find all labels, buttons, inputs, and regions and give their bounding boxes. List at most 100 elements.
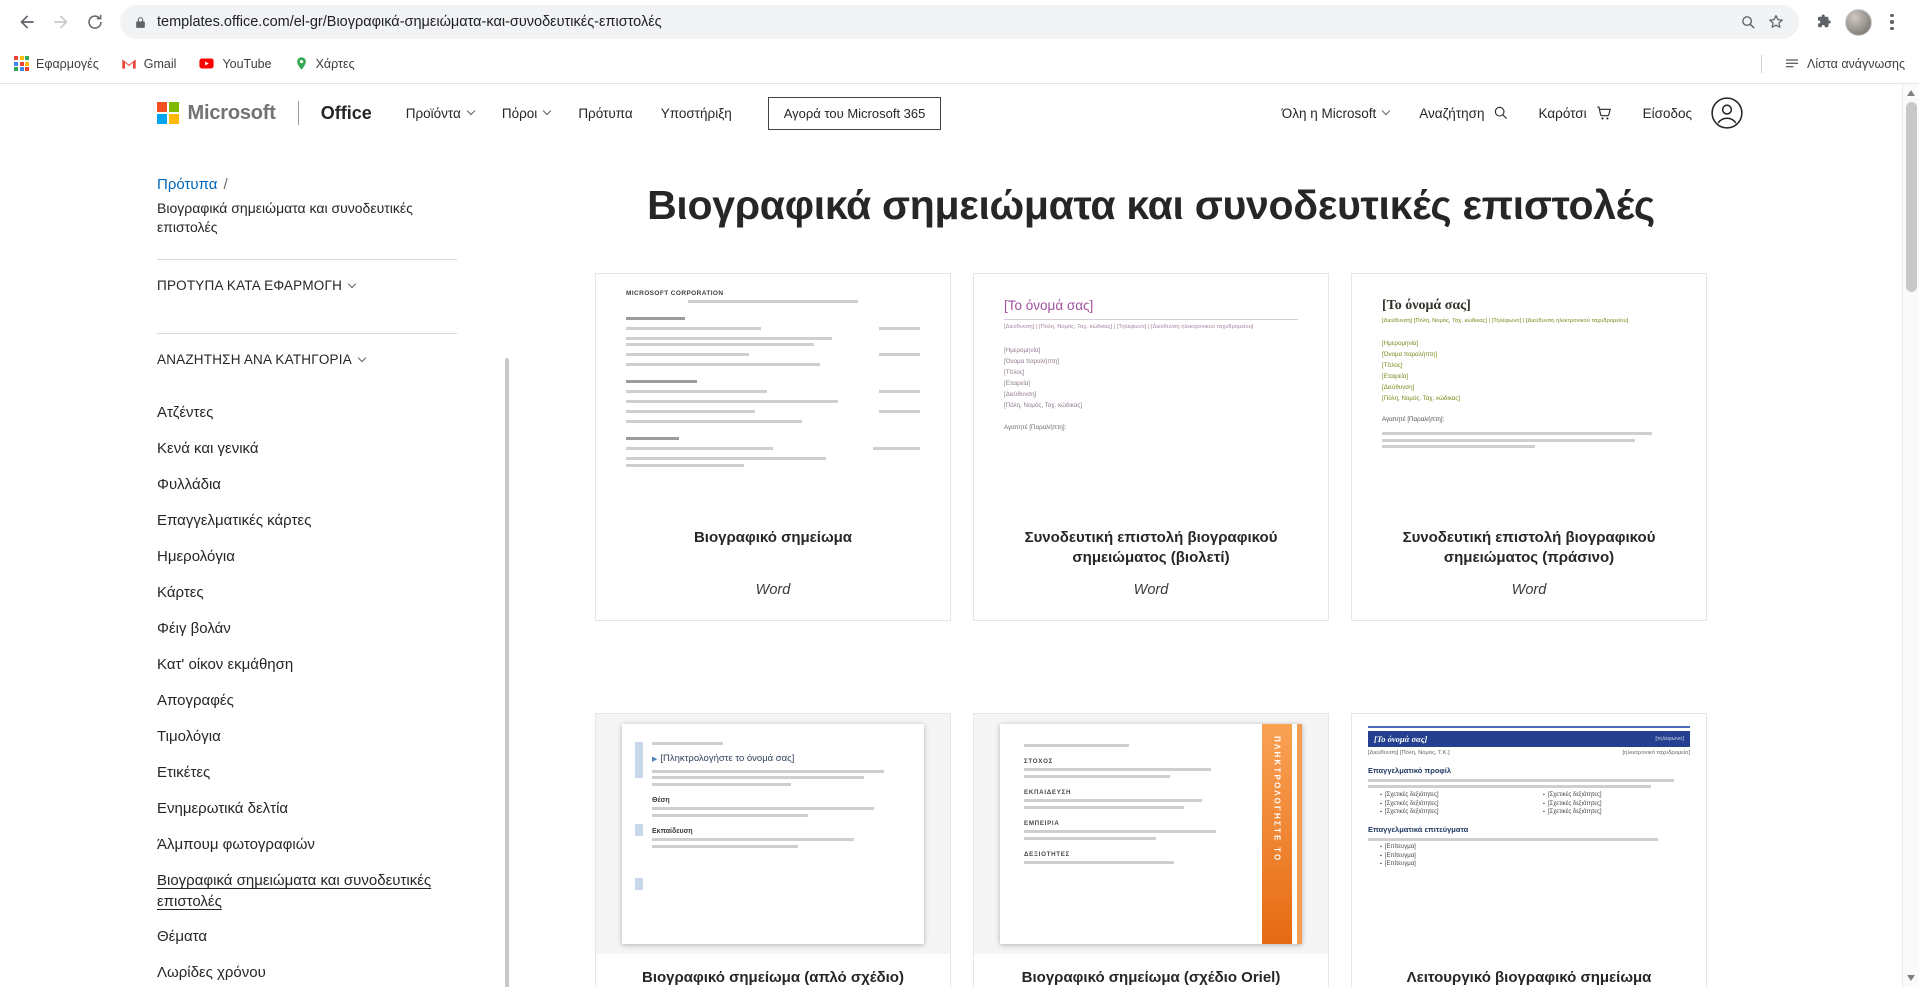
breadcrumb-separator: / (223, 176, 228, 193)
sidebar-item-timelines[interactable]: Λωρίδες χρόνου (157, 955, 457, 987)
template-card-resume-oriel[interactable]: ΣΤΟΧΟΣ ΕΚΠΑΙΔΕΥΣΗ ΕΜΠΕΙΡΙΑ ΔΕΞΙΟΤΗΤΕΣ ΠΛ… (973, 713, 1329, 987)
template-card-cover-letter-violet[interactable]: [Το όνομά σας] [Διεύθυνση] | [Πόλη, Νομό… (973, 273, 1329, 621)
doc-name-placeholder: ▶ [Πληκτρολογήστε το όνομά σας] (652, 752, 795, 764)
section-templates-by-app[interactable]: ΠΡΟΤΥΠΑ ΚΑΤΑ ΕΦΑΡΜΟΓΗ (157, 260, 457, 311)
bookmark-gmail[interactable]: Gmail (121, 56, 176, 72)
forward-button[interactable] (44, 5, 78, 39)
profile-button[interactable] (1841, 5, 1875, 39)
template-preview: ΣΤΟΧΟΣ ΕΚΠΑΙΔΕΥΣΗ ΕΜΠΕΙΡΙΑ ΔΕΞΙΟΤΗΤΕΣ ΠΛ… (974, 714, 1328, 954)
bookmark-maps[interactable]: Χάρτες (294, 56, 355, 71)
template-card-resume[interactable]: MICROSOFT CORPORATION Βιογραφικό σημείωμ… (595, 273, 951, 621)
bookmark-youtube[interactable]: YouTube (198, 55, 272, 72)
template-info: Βιογραφικό σημείωμα (απλό σχέδιο) (596, 954, 950, 987)
sidebar-item-brochures[interactable]: Φυλλάδια (157, 467, 457, 503)
gmail-icon (121, 56, 137, 72)
nav-templates[interactable]: Πρότυπα (578, 106, 632, 121)
sidebar-item-themes[interactable]: Θέματα (157, 919, 457, 955)
cover-letter-doc-mock: [Το όνομά σας] [Διεύθυνση] [Πόλη, Νομός,… (1352, 274, 1706, 514)
url-text: templates.office.com/el-gr/Βιογραφικά-ση… (157, 14, 662, 30)
chevron-down-icon (347, 279, 357, 288)
template-title: Βιογραφικό σημείωμα (απλό σχέδιο) (642, 969, 904, 986)
back-button[interactable] (10, 5, 44, 39)
microsoft-wordmark: Microsoft (187, 101, 276, 124)
microsoft-logo[interactable]: Microsoft (157, 102, 276, 125)
doc-section-heading: ΕΜΠΕΙΡΙΑ (1024, 819, 1060, 827)
sidebar-item-newsletters[interactable]: Ενημερωτικά δελτία (157, 791, 457, 827)
template-card-cover-letter-green[interactable]: [Το όνομά σας] [Διεύθυνση] [Πόλη, Νομός,… (1351, 273, 1707, 621)
reading-list-icon (1784, 56, 1800, 72)
bookmarks-bar: Εφαρμογές Gmail YouTube Χάρτες Λίστα ανά… (0, 44, 1919, 84)
template-preview: ▶ [Πληκτρολογήστε το όνομά σας] Θέση Εκπα… (596, 714, 950, 954)
template-title: Λειτουργικό βιογραφικό σημείωμα (Σχεδίασ… (1406, 969, 1652, 986)
page-scrollbar[interactable] (1902, 84, 1919, 987)
chevron-down-icon (357, 353, 367, 362)
cart-button[interactable]: Καρότσι (1539, 104, 1613, 122)
doc-contact-line: [Διεύθυνση] | [Πόλη, Νομός, Ταχ. κώδικας… (1004, 324, 1254, 330)
doc-section-heading: Θέση (652, 796, 670, 804)
microsoft-logo-icon (157, 102, 179, 124)
doc-section-heading: Εκπαίδευση (652, 827, 693, 835)
back-icon (17, 12, 37, 32)
nav-resources[interactable]: Πόροι (502, 106, 552, 121)
reading-list-button[interactable]: Λίστα ανάγνωσης (1784, 56, 1905, 72)
site-nav: Προϊόντα Πόροι Πρότυπα Υποστήριξη (406, 106, 732, 121)
sidebar-item-home-learning[interactable]: Κατ' οίκον εκμάθηση (157, 647, 457, 683)
lock-icon (134, 16, 147, 29)
extensions-button[interactable] (1807, 5, 1841, 39)
breadcrumb-templates-link[interactable]: Πρότυπα (157, 176, 217, 193)
section-search-by-category[interactable]: ΑΝΑΖΗΤΗΣΗ ΑΝΑ ΚΑΤΗΓΟΡΙΑ (157, 334, 457, 385)
doc-section-heading: Επαγγελματικά επιτεύγματα (1368, 825, 1469, 834)
nav-support[interactable]: Υποστήριξη (661, 106, 732, 121)
template-card-resume-simple[interactable]: ▶ [Πληκτρολογήστε το όνομά σας] Θέση Εκπα… (595, 713, 951, 987)
template-title: Συνοδευτική επιστολή βιογραφικού σημειώμ… (1402, 529, 1656, 567)
reload-button[interactable] (78, 5, 112, 39)
doc-name-placeholder: [Το όνομά σας] (1382, 298, 1471, 313)
template-app-label: Word (755, 582, 791, 598)
all-microsoft-menu[interactable]: Όλη η Microsoft (1282, 106, 1391, 121)
sidebar-item-cards[interactable]: Κάρτες (157, 575, 457, 611)
sidebar-item-invoices[interactable]: Τιμολόγια (157, 719, 457, 755)
resume-doc-mock: MICROSOFT CORPORATION (596, 274, 950, 514)
doc-header-band: [Το όνομά σας] [τηλέφωνο] (1368, 731, 1690, 747)
address-bar[interactable]: templates.office.com/el-gr/Βιογραφικά-ση… (120, 5, 1799, 39)
scroll-down-arrow[interactable] (1907, 975, 1915, 981)
bookmark-label: Εφαρμογές (36, 56, 99, 71)
scroll-up-arrow[interactable] (1907, 90, 1915, 96)
youtube-icon (198, 55, 215, 72)
template-card-resume-functional[interactable]: [Το όνομά σας] [τηλέφωνο] [Διεύθυνση] [Π… (1351, 713, 1707, 987)
doc-vertical-text: ΠΛΗΚΤΡΟΛΟΓΗΣΤΕ ΤΟ (1272, 736, 1282, 863)
template-app-label: Word (1133, 582, 1169, 598)
sidebar-item-inventories[interactable]: Απογραφές (157, 683, 457, 719)
search-button[interactable]: Αναζήτηση (1419, 105, 1508, 121)
buy-microsoft-365-button[interactable]: Αγορά του Microsoft 365 (767, 96, 942, 130)
scrollbar-thumb[interactable] (1905, 102, 1917, 292)
sidebar-item-blank[interactable]: Κενά και γενικά (157, 431, 457, 467)
sidebar-item-resumes-selected[interactable]: Βιογραφικά σημειώματα και συνοδευτικές ε… (157, 863, 447, 919)
bookmark-apps[interactable]: Εφαρμογές (14, 56, 99, 71)
star-icon[interactable] (1767, 13, 1785, 31)
profile-avatar (1844, 8, 1872, 36)
search-icon (1485, 105, 1509, 121)
sidebar-item-agendas[interactable]: Ατζέντες (157, 395, 457, 431)
template-info: Λειτουργικό βιογραφικό σημείωμα (Σχεδίασ… (1352, 954, 1706, 987)
cart-icon (1587, 104, 1613, 122)
sidebar-item-business-cards[interactable]: Επαγγελματικές κάρτες (157, 503, 457, 539)
sidebar-item-photo-albums[interactable]: Άλμπουμ φωτογραφιών (157, 827, 457, 863)
sidebar-scrollbar[interactable] (505, 358, 509, 987)
sidebar-item-labels[interactable]: Ετικέτες (157, 755, 457, 791)
nav-products[interactable]: Προϊόντα (406, 106, 476, 121)
chevron-down-icon (1382, 106, 1391, 116)
office-logo[interactable]: Office (321, 103, 372, 124)
template-preview: [Το όνομά σας] [Διεύθυνση] [Πόλη, Νομός,… (1352, 274, 1706, 514)
page-content: Πρότυπα / Βιογραφικά σημειώματα και συνοδ… (0, 142, 1919, 987)
sidebar-item-flyers[interactable]: Φέιγ βολάν (157, 611, 457, 647)
browser-menu-button[interactable] (1875, 5, 1909, 39)
sign-in-button[interactable]: Είσοδος (1643, 96, 1744, 130)
doc-section-heading: ΣΤΟΧΟΣ (1024, 757, 1054, 765)
doc-accent-line (1368, 726, 1690, 728)
maps-pin-icon (294, 56, 309, 71)
main-content: Βιογραφικά σημειώματα και συνοδευτικές ε… (457, 142, 1919, 987)
sidebar-item-calendars[interactable]: Ημερολόγια (157, 539, 457, 575)
apps-grid-icon (14, 56, 29, 71)
zoom-icon[interactable] (1740, 14, 1757, 31)
